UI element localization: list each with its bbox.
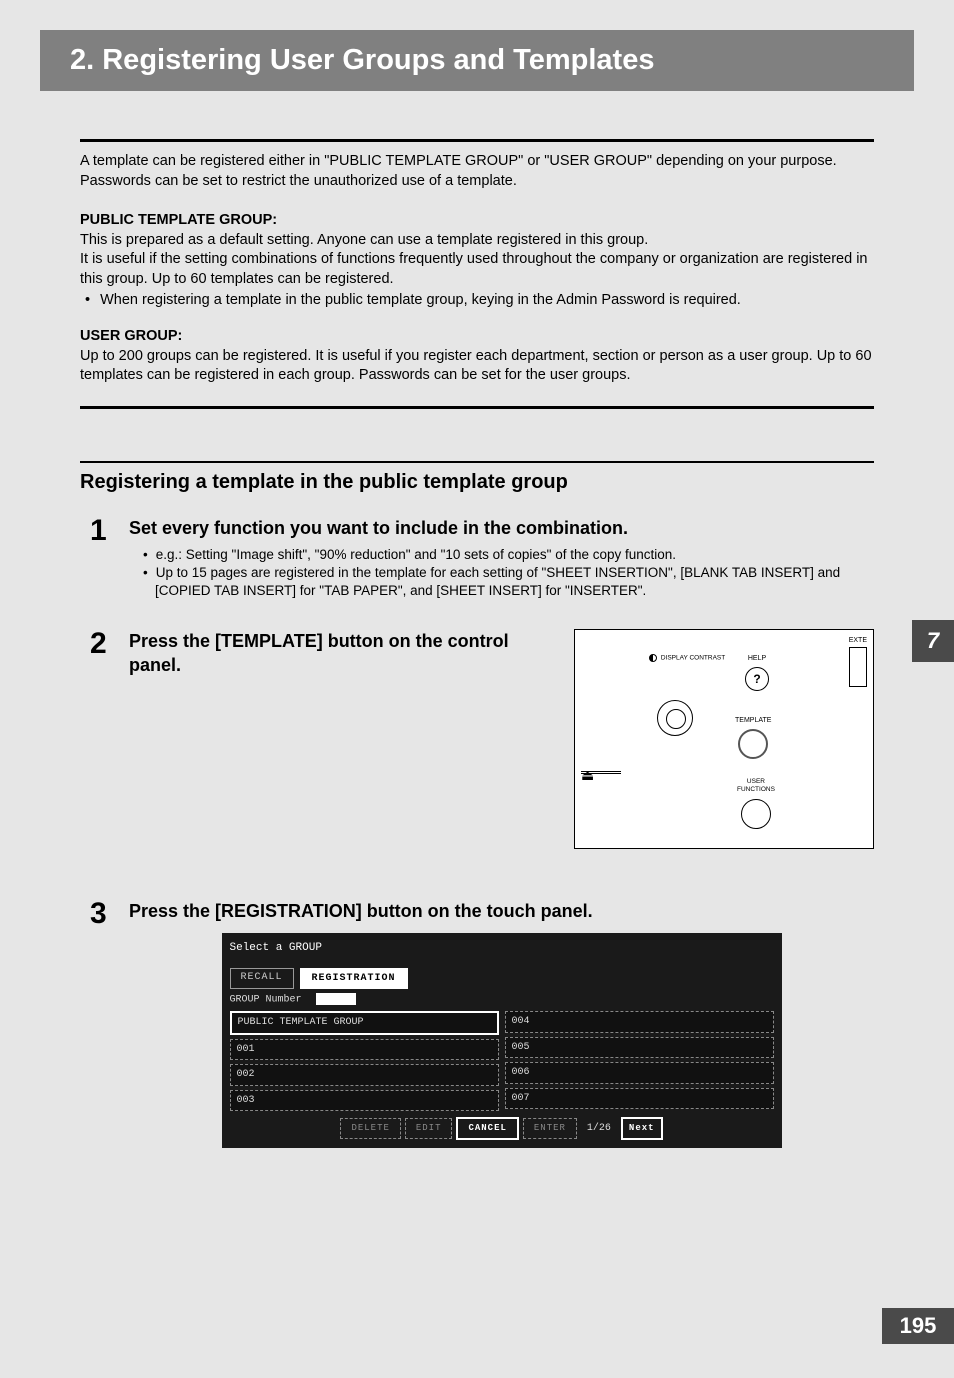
step-3: 3 Press the [REGISTRATION] button on the… bbox=[80, 899, 874, 1148]
section-title-bar: 2. Registering User Groups and Templates bbox=[40, 30, 914, 91]
contrast-dial-icon bbox=[657, 700, 693, 736]
page-number: 195 bbox=[882, 1308, 954, 1344]
template-button-icon bbox=[738, 729, 768, 759]
step-title: Press the [REGISTRATION] button on the t… bbox=[129, 899, 874, 923]
exte-box bbox=[849, 647, 867, 687]
page-indicator: 1/26 bbox=[581, 1122, 617, 1136]
touch-header: Select a GROUP bbox=[230, 941, 774, 956]
touch-panel-screenshot: Select a GROUP RECALL REGISTRATION GROUP… bbox=[222, 933, 782, 1148]
group-item[interactable]: PUBLIC TEMPLATE GROUP bbox=[230, 1011, 499, 1035]
step-1: 1 Set every function you want to include… bbox=[80, 516, 874, 601]
intro-text: A template can be registered either in "… bbox=[80, 152, 874, 191]
step-title: Set every function you want to include i… bbox=[129, 516, 874, 540]
enter-button[interactable]: ENTER bbox=[523, 1118, 577, 1138]
public-bullet: When registering a template in the publi… bbox=[80, 291, 874, 311]
help-button-icon: ? bbox=[745, 667, 769, 691]
group-item[interactable]: 003 bbox=[230, 1090, 499, 1112]
public-p2: It is useful if the setting combinations… bbox=[80, 250, 874, 289]
group-number-label: GROUP Number bbox=[230, 995, 302, 1006]
divider bbox=[80, 139, 874, 142]
help-label: HELP bbox=[748, 655, 766, 662]
group-item[interactable]: 004 bbox=[505, 1011, 774, 1033]
content-area: A template can be registered either in "… bbox=[0, 91, 954, 1148]
user-functions-button-icon bbox=[741, 799, 771, 829]
step-number: 3 bbox=[90, 899, 125, 929]
delete-button[interactable]: DELETE bbox=[340, 1118, 400, 1138]
group-item[interactable]: 006 bbox=[505, 1062, 774, 1084]
edit-button[interactable]: EDIT bbox=[405, 1118, 453, 1138]
display-contrast-label: DISPLAY CONTRAST bbox=[661, 654, 725, 661]
chapter-tab: 7 bbox=[912, 620, 954, 662]
cancel-button[interactable]: CANCEL bbox=[456, 1117, 518, 1139]
group-item[interactable]: 005 bbox=[505, 1037, 774, 1059]
exte-label: EXTE bbox=[849, 637, 867, 644]
panel-divider bbox=[581, 770, 621, 775]
eject-icon: ⏏ bbox=[581, 766, 594, 785]
recall-tab[interactable]: RECALL bbox=[230, 968, 294, 990]
template-label: TEMPLATE bbox=[735, 717, 771, 724]
next-button[interactable]: Next bbox=[621, 1117, 663, 1139]
user-heading: USER GROUP: bbox=[80, 327, 874, 347]
public-heading: PUBLIC TEMPLATE GROUP: bbox=[80, 211, 874, 231]
group-item[interactable]: 007 bbox=[505, 1088, 774, 1110]
step-2: 2 Press the [TEMPLATE] button on the con… bbox=[80, 629, 874, 849]
subsection-title: Registering a template in the public tem… bbox=[80, 469, 874, 496]
group-item[interactable]: 001 bbox=[230, 1039, 499, 1061]
steps-list: 1 Set every function you want to include… bbox=[80, 516, 874, 1148]
public-p1: This is prepared as a default setting. A… bbox=[80, 231, 874, 251]
user-functions-label: USER FUNCTIONS bbox=[737, 778, 775, 794]
contrast-icon bbox=[649, 654, 657, 662]
step-number: 2 bbox=[90, 629, 125, 684]
step-bullet: e.g.: Setting "Image shift", "90% reduct… bbox=[129, 546, 874, 564]
group-item[interactable]: 002 bbox=[230, 1064, 499, 1086]
user-paragraph: Up to 200 groups can be registered. It i… bbox=[80, 347, 874, 386]
divider bbox=[80, 406, 874, 409]
step-title: Press the [TEMPLATE] button on the contr… bbox=[129, 629, 554, 678]
divider bbox=[80, 461, 874, 463]
step-bullet: Up to 15 pages are registered in the tem… bbox=[129, 564, 874, 600]
control-panel-illustration: EXTE DISPLAY CONTRAST HELP ? TEMPLATE bbox=[574, 629, 874, 849]
group-number-field[interactable] bbox=[316, 993, 356, 1005]
step-number: 1 bbox=[90, 516, 125, 546]
page-title: 2. Registering User Groups and Templates bbox=[70, 44, 884, 77]
registration-tab[interactable]: REGISTRATION bbox=[300, 968, 408, 990]
